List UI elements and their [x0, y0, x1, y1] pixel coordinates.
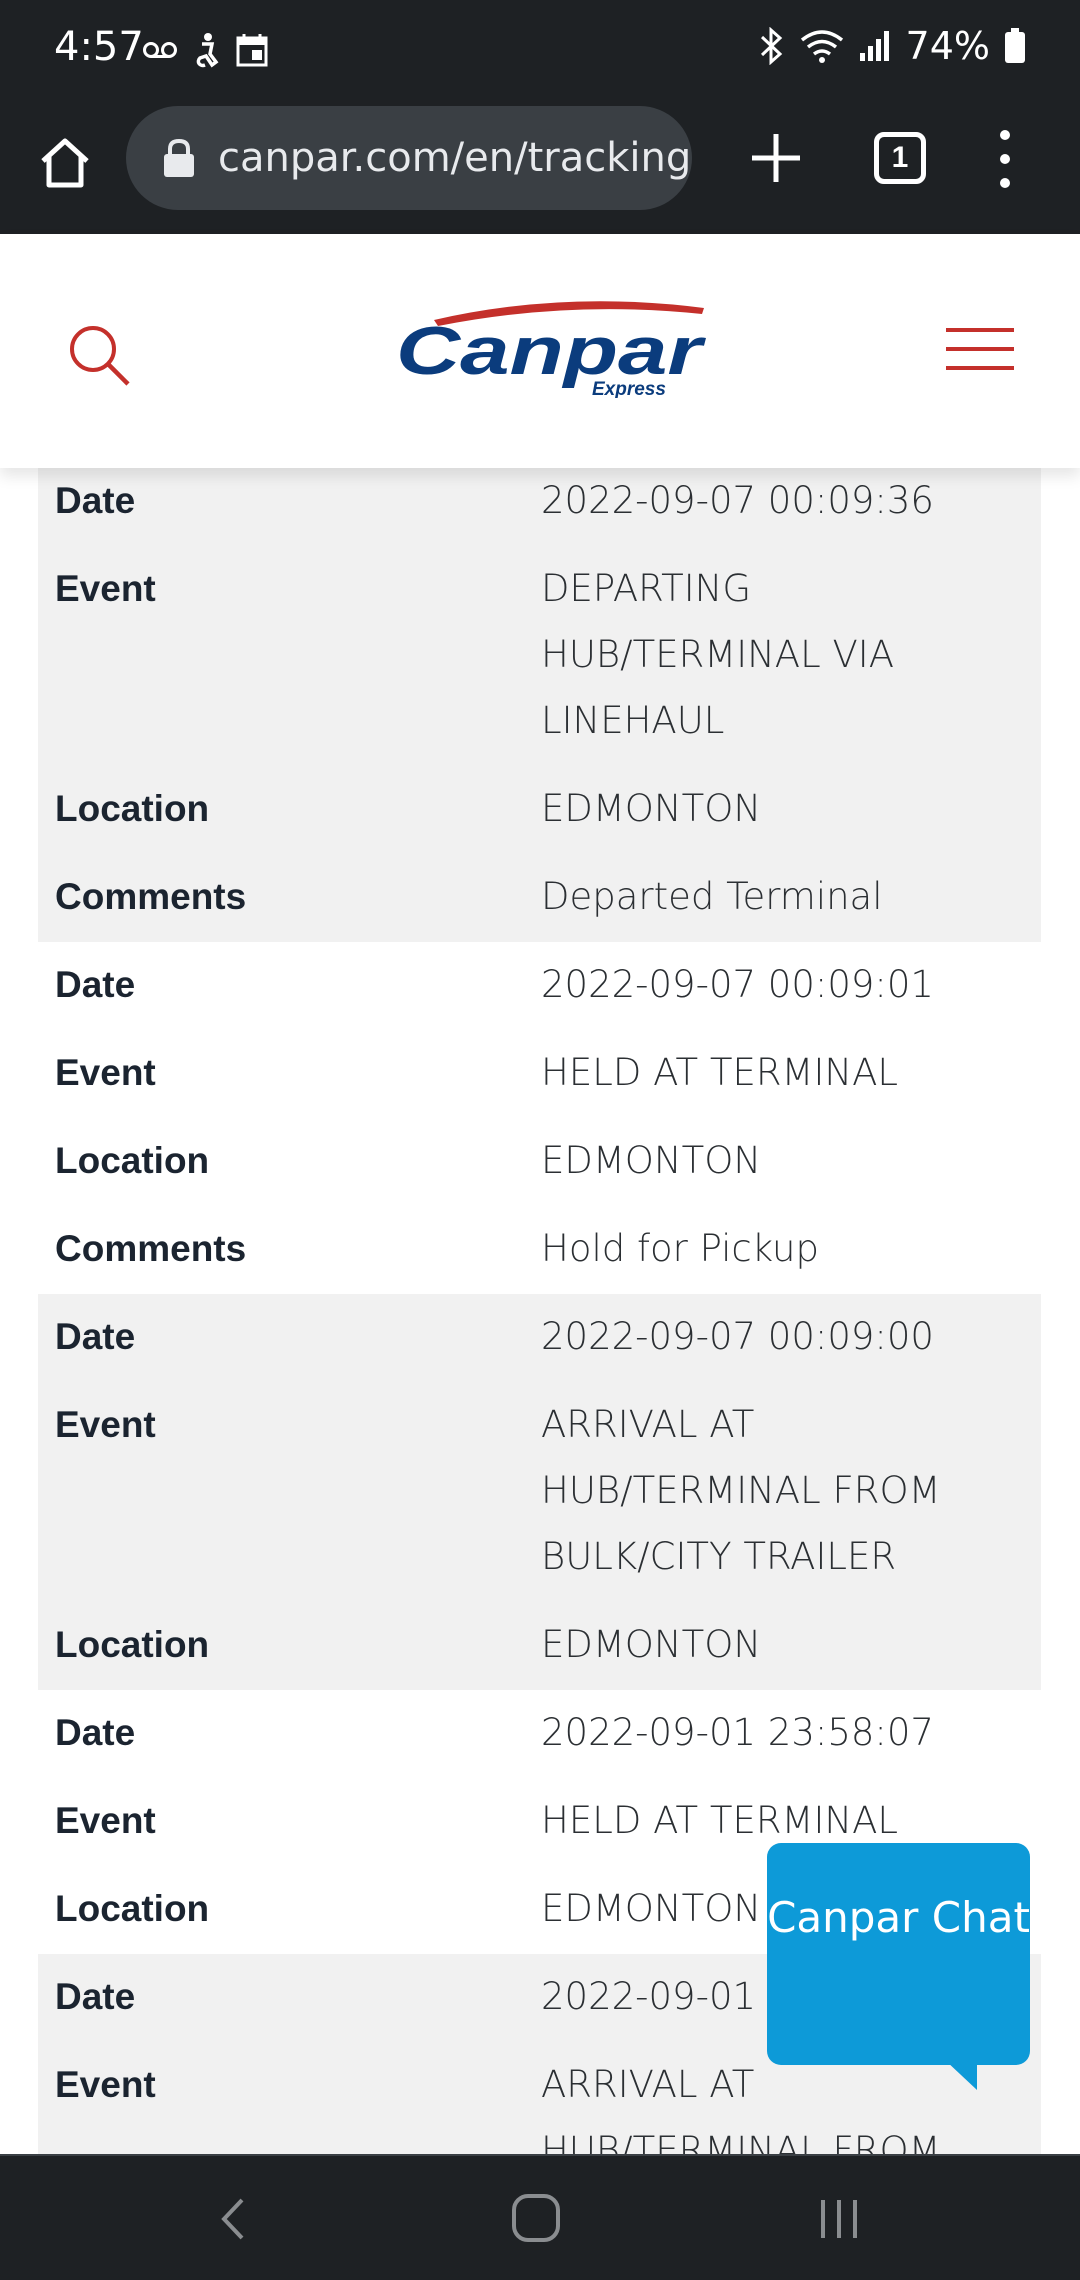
- field-value: HELD AT TERMINAL: [541, 1051, 898, 1094]
- field-label: Date: [55, 964, 136, 1005]
- field-label: Event: [55, 1800, 156, 1841]
- tracking-row: Location EDMONTON: [38, 1602, 1041, 1690]
- canpar-chat-button[interactable]: Canpar Chat: [767, 1843, 1030, 2065]
- chat-bubble-tail: [945, 2060, 977, 2090]
- tracking-event: Date 2022-09-07 00:09:00 Event ARRIVAL AT …: [38, 1294, 1041, 1690]
- status-icons-right: 74%: [758, 24, 1026, 68]
- wifi-icon: [800, 30, 843, 63]
- recent-apps-icon[interactable]: [814, 2194, 864, 2244]
- back-icon[interactable]: [210, 2194, 260, 2244]
- field-value: 2022-09-07 00:09:36: [541, 479, 934, 522]
- battery-icon: [1005, 28, 1025, 63]
- field-label: Event: [55, 568, 156, 609]
- logo-text: Canpar: [396, 313, 706, 389]
- field-label: Date: [55, 1316, 136, 1357]
- url-text: canpar.com/en/tracking: [218, 135, 692, 181]
- field-value: EDMONTON: [541, 1623, 761, 1666]
- address-bar[interactable]: canpar.com/en/tracking: [126, 106, 692, 210]
- field-label: Event: [55, 1404, 156, 1445]
- more-options-icon[interactable]: [990, 126, 1020, 192]
- tracking-row: Date 2022-09-01 23:58:07: [38, 1690, 1041, 1778]
- tracking-row: Location EDMONTON: [38, 766, 1041, 854]
- field-label: Location: [55, 1888, 210, 1929]
- field-label: Comments: [55, 1228, 247, 1269]
- status-icons-left: [142, 32, 268, 68]
- field-label: Location: [55, 788, 210, 829]
- bluetooth-icon: [760, 27, 782, 65]
- field-value: Hold for Pickup: [541, 1227, 819, 1270]
- tracking-row: Event HELD AT TERMINAL: [38, 1030, 1041, 1118]
- tracking-row: Date 2022-09-07 00:09:36: [38, 468, 1041, 546]
- lock-icon: [164, 138, 194, 177]
- field-label: Date: [55, 1976, 136, 2017]
- browser-toolbar: canpar.com/en/tracking 1: [0, 100, 1080, 234]
- canpar-logo[interactable]: Canpar Express: [394, 298, 706, 398]
- logo-subtext: Express: [592, 379, 666, 398]
- tracking-row: Date 2022-09-07 00:09:00: [38, 1294, 1041, 1382]
- browser-home-button[interactable]: [30, 128, 100, 198]
- tracking-row: Event ARRIVAL AT HUB/TERMINAL FROM BULK/C…: [38, 1382, 1041, 1602]
- search-icon[interactable]: [66, 322, 132, 388]
- status-time: 4:57: [54, 24, 144, 70]
- field-value: 2022-09-01 23:58:07: [541, 1711, 934, 1754]
- tracking-row: Date 2022-09-07 00:09:01: [38, 942, 1041, 1030]
- field-label: Date: [55, 1712, 136, 1753]
- field-label: Date: [55, 480, 136, 521]
- calendar-icon: [236, 34, 268, 67]
- signal-icon: [859, 31, 889, 61]
- field-value: 2022-09-07 00:09:00: [541, 1315, 934, 1358]
- voicemail-icon: [143, 42, 177, 58]
- field-value: Departed Terminal: [541, 875, 883, 918]
- field-value: DEPARTING HUB/TERMINAL VIA LINEHAUL: [541, 567, 895, 742]
- field-label: Location: [55, 1140, 210, 1181]
- field-value: EDMONTON: [541, 1139, 761, 1182]
- accessibility-icon: [196, 33, 219, 68]
- field-label: Event: [55, 1052, 156, 1093]
- status-bar: 4:57 74%: [0, 0, 1080, 100]
- field-label: Location: [55, 1624, 210, 1665]
- tracking-row: Comments Departed Terminal: [38, 854, 1041, 942]
- hamburger-menu-icon[interactable]: [946, 326, 1014, 372]
- new-tab-button[interactable]: [740, 122, 812, 194]
- field-value: ARRIVAL AT HUB/TERMINAL FROM BULK/CITY T…: [541, 1403, 941, 1578]
- field-label: Comments: [55, 876, 247, 917]
- tab-switcher-button[interactable]: 1: [874, 132, 926, 184]
- tracking-event: Date 2022-09-07 00:09:36 Event DEPARTING H…: [38, 468, 1041, 942]
- battery-percent: 74%: [905, 24, 990, 68]
- system-nav-bar: [0, 2154, 1080, 2280]
- field-value: EDMONTON: [541, 787, 761, 830]
- tracking-row: Event DEPARTING HUB/TERMINAL VIA LINEHAUL: [38, 546, 1041, 766]
- site-header: Canpar Express: [0, 234, 1080, 468]
- tracking-row: Location EDMONTON: [38, 1118, 1041, 1206]
- tracking-event: Date 2022-09-07 00:09:01 Event HELD AT TER…: [38, 942, 1041, 1294]
- field-label: Event: [55, 2064, 156, 2105]
- field-value: 2022-09-07 00:09:01: [541, 963, 934, 1006]
- tracking-row: Comments Hold for Pickup: [38, 1206, 1041, 1294]
- home-nav-icon[interactable]: [510, 2192, 562, 2244]
- home-icon: [41, 138, 89, 188]
